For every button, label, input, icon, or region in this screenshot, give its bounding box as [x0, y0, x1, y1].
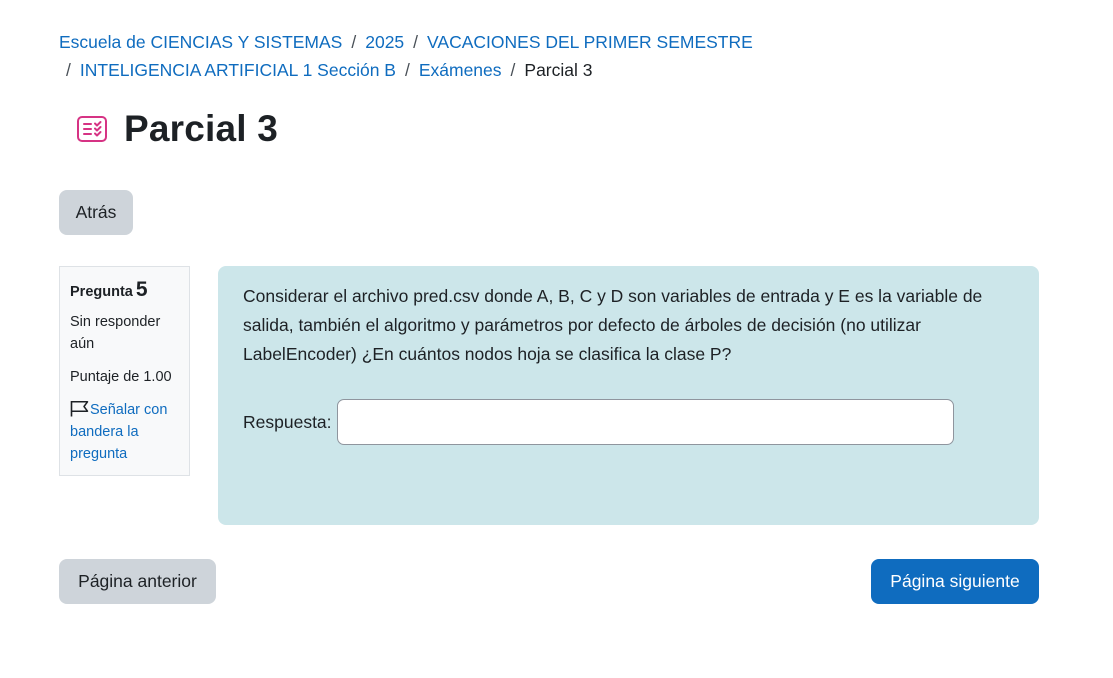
question-grade: Puntaje de 1.00: [70, 369, 172, 385]
previous-page-button[interactable]: Página anterior: [59, 559, 216, 604]
question-number: Pregunta 5: [70, 279, 179, 303]
breadcrumb-separator: /: [66, 60, 71, 80]
next-page-button[interactable]: Página siguiente: [871, 559, 1039, 604]
question-label: Pregunta: [70, 284, 133, 300]
back-button[interactable]: Atrás: [59, 190, 133, 235]
page-header: Parcial 3: [76, 108, 278, 150]
question-text: Considerar el archivo pred.csv donde A, …: [243, 286, 983, 364]
page-title: Parcial 3: [124, 108, 279, 149]
question-content: Considerar el archivo pred.csv donde A, …: [218, 266, 1039, 525]
breadcrumb-separator: /: [351, 32, 357, 52]
breadcrumb-separator: /: [413, 32, 419, 52]
flag-icon: [70, 401, 89, 417]
breadcrumb-separator: /: [404, 60, 410, 80]
answer-row: Respuesta:: [243, 399, 1014, 445]
answer-input[interactable]: [336, 399, 954, 445]
breadcrumb-link-exams[interactable]: Exámenes: [419, 60, 502, 80]
breadcrumb-separator: /: [510, 60, 516, 80]
breadcrumb-link-course[interactable]: INTELIGENCIA ARTIFICIAL 1 Sección B: [80, 60, 396, 80]
quiz-icon: [77, 116, 107, 142]
question-info-panel: Pregunta 5 Sin responder aún Puntaje de 1…: [59, 266, 190, 476]
question-state: Sin responder aún: [70, 314, 161, 352]
question-number-value: 5: [135, 278, 148, 301]
flag-question-link[interactable]: Señalar con bandera la pregunta: [70, 399, 179, 465]
breadcrumb-link-semester[interactable]: VACACIONES DEL PRIMER SEMESTRE: [427, 32, 753, 52]
breadcrumb-current: Parcial 3: [524, 60, 593, 80]
answer-label: Respuesta:: [243, 411, 332, 432]
breadcrumb-link-school[interactable]: Escuela de CIENCIAS Y SISTEMAS: [59, 32, 342, 52]
breadcrumb: Escuela de CIENCIAS Y SISTEMAS/2025/VACA…: [59, 28, 819, 84]
breadcrumb-link-year[interactable]: 2025: [365, 32, 404, 52]
